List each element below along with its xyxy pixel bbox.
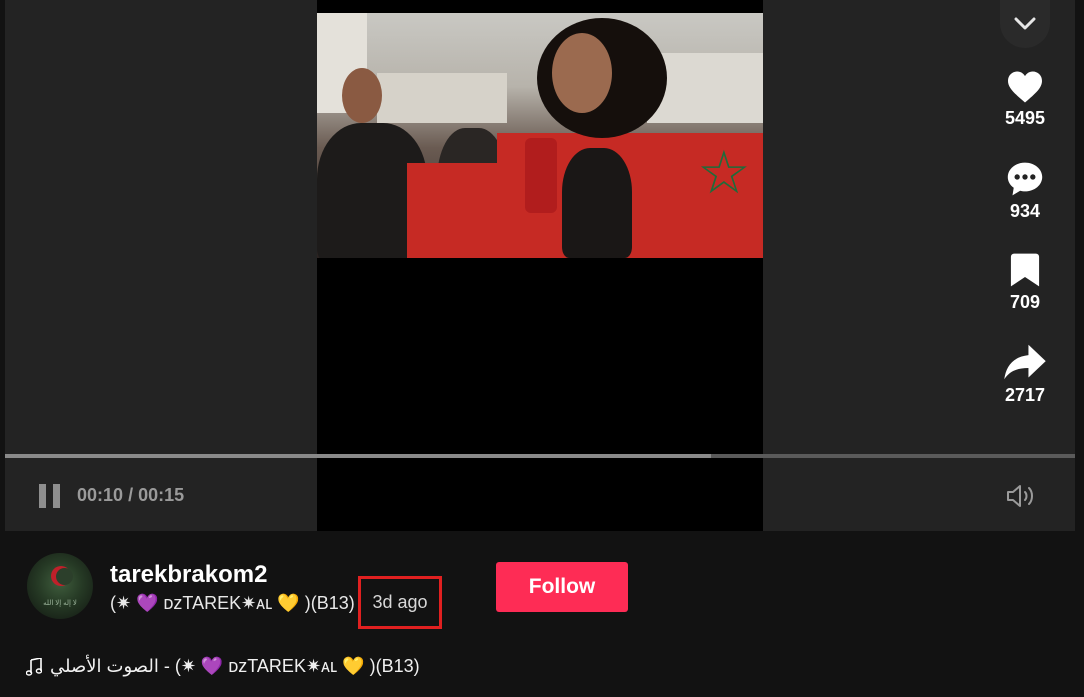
bookmark-icon <box>1010 253 1040 287</box>
follow-button[interactable]: Follow <box>496 562 628 612</box>
comment-icon <box>1007 162 1043 196</box>
comment-button[interactable]: 934 <box>990 161 1060 252</box>
video-area[interactable]: ☆ <box>317 0 763 531</box>
username[interactable]: tarekbrakom2 <box>110 561 267 589</box>
avatar[interactable]: لا إله إلا الله <box>27 553 93 619</box>
nickname: (✷ 💜 ᴅᴢTAREK✷ᴀʟ 💛 )(B13) <box>110 593 355 613</box>
time-separator: / <box>128 485 134 505</box>
progress-bar[interactable] <box>5 454 1075 458</box>
music-link[interactable]: الصوت الأصلي - (✷ 💜 ᴅᴢTAREK✷ᴀʟ 💛 )(B13) <box>26 656 420 677</box>
volume-icon <box>1007 485 1033 507</box>
chevron-down-icon <box>1014 17 1036 30</box>
time-total: 00:15 <box>138 485 185 505</box>
time-current: 00:10 <box>77 485 124 505</box>
bookmark-count: 709 <box>1009 292 1041 312</box>
video-player[interactable]: ☆ 5495 934 709 2717 00:10 / 00:15 <box>5 0 1075 531</box>
music-note-icon <box>26 657 42 676</box>
pause-icon <box>39 484 46 508</box>
action-bar: 5495 934 709 2717 <box>990 70 1060 434</box>
heart-icon <box>1008 71 1042 103</box>
share-icon <box>1004 344 1046 380</box>
post-date: 3d ago <box>358 576 442 629</box>
progress-fill <box>5 454 712 458</box>
bookmark-button[interactable]: 709 <box>990 252 1060 343</box>
music-title: الصوت الأصلي - (✷ 💜 ᴅᴢTAREK✷ᴀʟ 💛 )(B13) <box>50 656 420 676</box>
previous-video-button[interactable] <box>1000 0 1050 48</box>
avatar-caption: لا إله إلا الله <box>43 600 77 607</box>
pause-icon-bar <box>53 484 60 508</box>
like-count: 5495 <box>1004 108 1046 128</box>
like-button[interactable]: 5495 <box>990 70 1060 161</box>
volume-button[interactable] <box>1005 484 1037 513</box>
pause-button[interactable] <box>39 484 61 508</box>
crescent-star-icon <box>51 566 73 586</box>
video-frame: ☆ <box>317 13 763 258</box>
comment-count: 934 <box>1009 201 1041 221</box>
time-display: 00:10 / 00:15 <box>77 485 184 506</box>
share-button[interactable]: 2717 <box>990 343 1060 434</box>
share-count: 2717 <box>1004 385 1046 405</box>
